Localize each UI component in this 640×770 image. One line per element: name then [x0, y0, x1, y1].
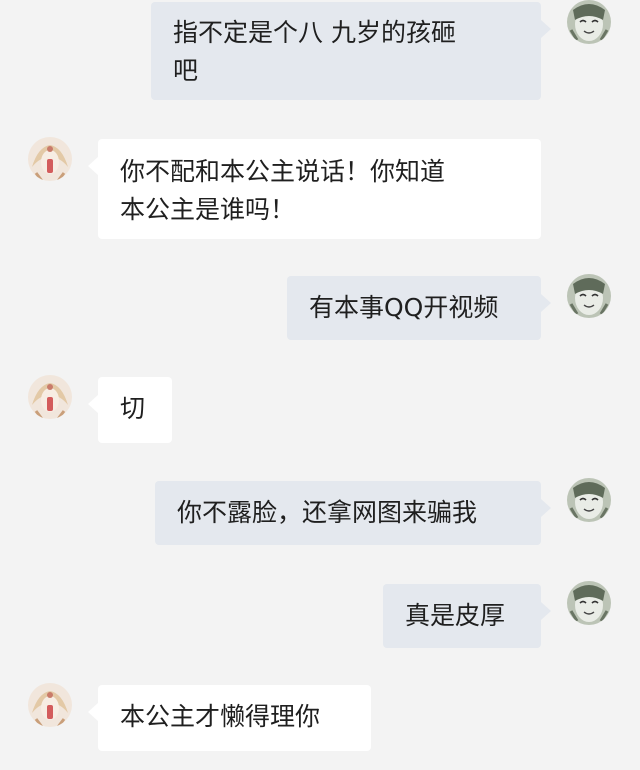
contact-avatar-icon[interactable]	[28, 137, 72, 181]
my-avatar-icon[interactable]	[567, 478, 611, 522]
my-avatar-icon[interactable]	[567, 0, 611, 44]
my-avatar-icon[interactable]	[567, 581, 611, 625]
chat-message-list[interactable]: 指不定是个八 九岁的孩砸 吧 你不配和本公主说话！你知道 本公主是谁吗！ 有本事…	[0, 0, 640, 770]
my-avatar-icon[interactable]	[567, 274, 611, 318]
message-bubble-sent[interactable]: 真是皮厚	[383, 584, 551, 648]
contact-avatar-icon[interactable]	[28, 683, 72, 727]
contact-avatar-icon[interactable]	[28, 375, 72, 419]
message-bubble-sent[interactable]: 指不定是个八 九岁的孩砸 吧	[151, 2, 551, 100]
message-bubble-received[interactable]: 你不配和本公主说话！你知道 本公主是谁吗！	[88, 139, 541, 239]
message-bubble-received[interactable]: 切	[88, 377, 172, 443]
message-bubble-received[interactable]: 本公主才懒得理你	[88, 685, 371, 751]
message-bubble-sent[interactable]: 你不露脸，还拿网图来骗我	[155, 481, 551, 545]
message-bubble-sent[interactable]: 有本事QQ开视频	[287, 276, 551, 340]
